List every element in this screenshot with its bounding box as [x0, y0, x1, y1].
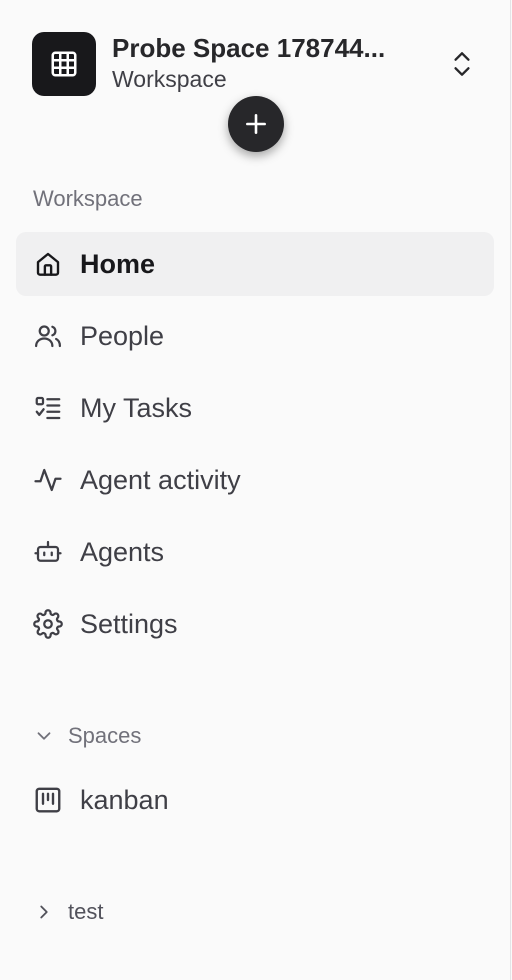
create-button[interactable]: [228, 96, 284, 152]
home-icon: [32, 248, 64, 280]
workspace-switcher[interactable]: Probe Space 178744... Workspace: [0, 24, 480, 104]
nav-item-label: Home: [80, 249, 156, 279]
grid-icon: [51, 51, 77, 77]
task-list-icon: [32, 392, 64, 424]
space-item-label: kanban: [80, 785, 169, 815]
nav-item-label: Settings: [80, 609, 178, 639]
gear-icon: [32, 608, 64, 640]
nav-item-label: Agents: [80, 537, 165, 567]
nav-item-agent-activity[interactable]: Agent activity: [16, 448, 494, 512]
chevron-up-down-icon: [454, 52, 470, 76]
nav-item-label: Agent activity: [80, 465, 241, 495]
group-toggle-test[interactable]: test: [28, 892, 228, 932]
workspace-text: Probe Space 178744... Workspace: [112, 32, 432, 94]
chevron-down-icon: [28, 720, 60, 752]
nav-item-my-tasks[interactable]: My Tasks: [16, 376, 494, 440]
nav-item-home[interactable]: Home: [16, 232, 494, 296]
workspace-subtitle: Workspace: [112, 66, 227, 92]
nav-item-agents[interactable]: Agents: [16, 520, 494, 584]
space-item-kanban[interactable]: kanban: [16, 768, 494, 832]
kanban-icon: [32, 784, 64, 816]
workspace-logo: [32, 32, 96, 96]
bot-icon: [32, 536, 64, 568]
nav-item-label: People: [80, 321, 165, 351]
section-label-workspace: Workspace: [33, 186, 143, 211]
activity-icon: [32, 464, 64, 496]
chevron-right-icon: [28, 896, 60, 928]
users-icon: [32, 320, 64, 352]
sidebar: Probe Space 178744... Workspace Workspac…: [0, 0, 511, 980]
spaces-group-toggle[interactable]: Spaces: [28, 716, 228, 756]
nav-item-settings[interactable]: Settings: [16, 592, 494, 656]
nav-item-people[interactable]: People: [16, 304, 494, 368]
spaces-label: Spaces: [68, 723, 142, 748]
workspace-name: Probe Space 178744...: [112, 33, 386, 63]
nav-item-label: My Tasks: [80, 393, 193, 423]
group-label-test: test: [68, 899, 104, 924]
workspace-switch-button[interactable]: [446, 48, 478, 80]
plus-icon: [246, 114, 266, 134]
